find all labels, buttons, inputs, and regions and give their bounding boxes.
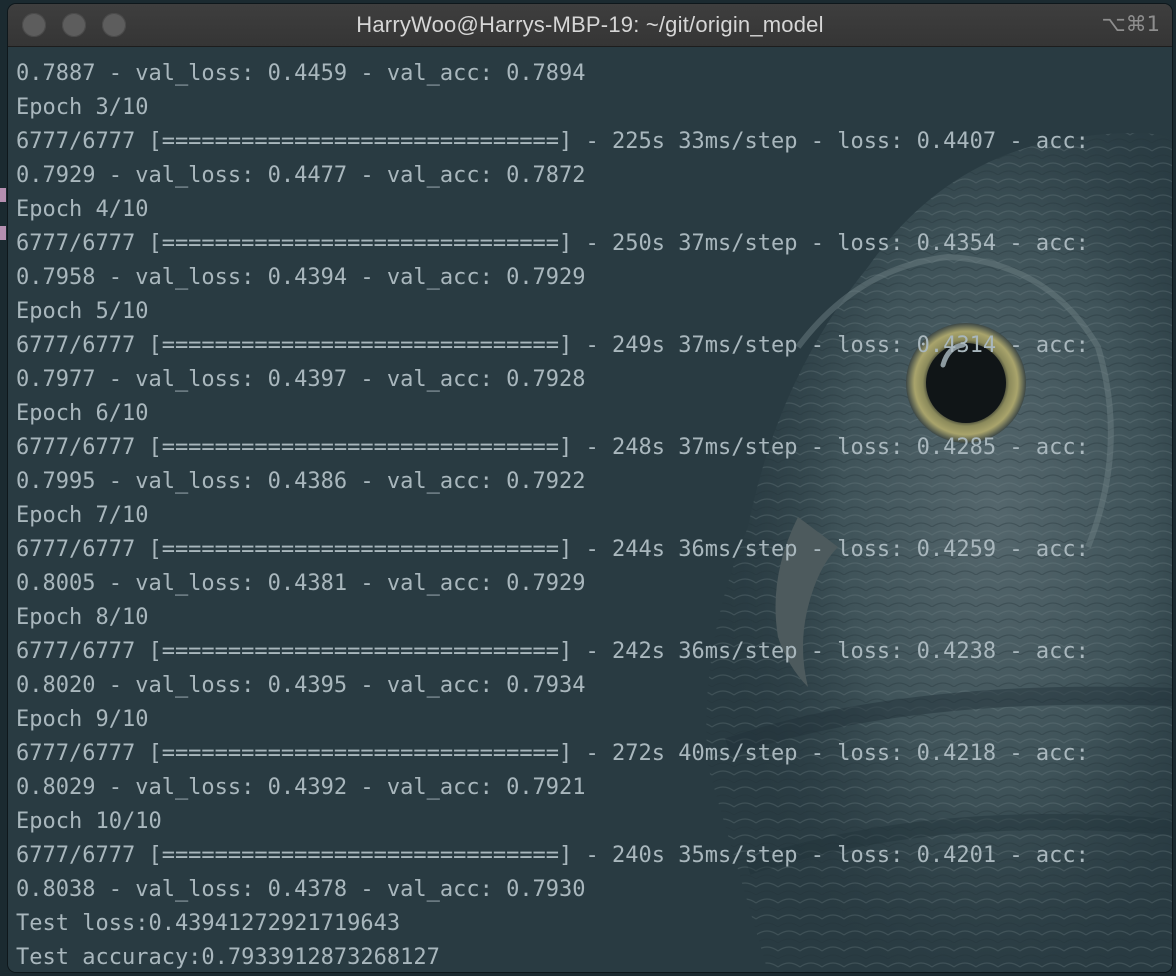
terminal-line: Epoch 3/10 [16,95,149,120]
terminal-line: 6777/6777 [=============================… [16,843,1089,868]
terminal-line: 0.8020 - val_loss: 0.4395 - val_acc: 0.7… [16,673,586,698]
terminal-output: 0.7887 - val_loss: 0.4459 - val_acc: 0.7… [16,57,1089,972]
gutter-mark [0,226,6,240]
terminal-line: Test loss:0.43941272921719643 [16,911,401,936]
terminal-line: 0.8029 - val_loss: 0.4392 - val_acc: 0.7… [16,775,586,800]
gutter-mark [0,188,6,202]
terminal-area[interactable]: 0.7887 - val_loss: 0.4459 - val_acc: 0.7… [8,47,1172,972]
terminal-line: Epoch 9/10 [16,707,149,732]
terminal-line: Epoch 6/10 [16,401,149,426]
terminal-line: Epoch 8/10 [16,605,149,630]
window-shortcut: ⌥⌘1 [1101,12,1160,36]
terminal-line: 6777/6777 [=============================… [16,435,1089,460]
terminal-line: 0.7929 - val_loss: 0.4477 - val_acc: 0.7… [16,163,586,188]
terminal-line: 0.7977 - val_loss: 0.4397 - val_acc: 0.7… [16,367,586,392]
terminal-line: 6777/6777 [=============================… [16,537,1089,562]
terminal-line: 0.7887 - val_loss: 0.4459 - val_acc: 0.7… [16,61,586,86]
terminal-line: 6777/6777 [=============================… [16,333,1089,358]
terminal-line: Epoch 10/10 [16,809,162,834]
terminal-window: HarryWoo@Harrys-MBP-19: ~/git/origin_mod… [8,4,1172,972]
terminal-line: 0.7958 - val_loss: 0.4394 - val_acc: 0.7… [16,265,586,290]
terminal-line: 6777/6777 [=============================… [16,639,1089,664]
terminal-line: Epoch 7/10 [16,503,149,528]
terminal-line: Epoch 4/10 [16,197,149,222]
terminal-line: 0.7995 - val_loss: 0.4386 - val_acc: 0.7… [16,469,586,494]
terminal-line: Epoch 5/10 [16,299,149,324]
terminal-line: 0.8038 - val_loss: 0.4378 - val_acc: 0.7… [16,877,586,902]
title-bar[interactable]: HarryWoo@Harrys-MBP-19: ~/git/origin_mod… [8,4,1172,47]
terminal-line: 6777/6777 [=============================… [16,231,1089,256]
terminal-line: Test accuracy:0.7933912873268127 [16,945,440,970]
terminal-line: 6777/6777 [=============================… [16,741,1089,766]
terminal-line: 0.8005 - val_loss: 0.4381 - val_acc: 0.7… [16,571,586,596]
window-title: HarryWoo@Harrys-MBP-19: ~/git/origin_mod… [356,12,824,37]
terminal-line: 6777/6777 [=============================… [16,129,1089,154]
